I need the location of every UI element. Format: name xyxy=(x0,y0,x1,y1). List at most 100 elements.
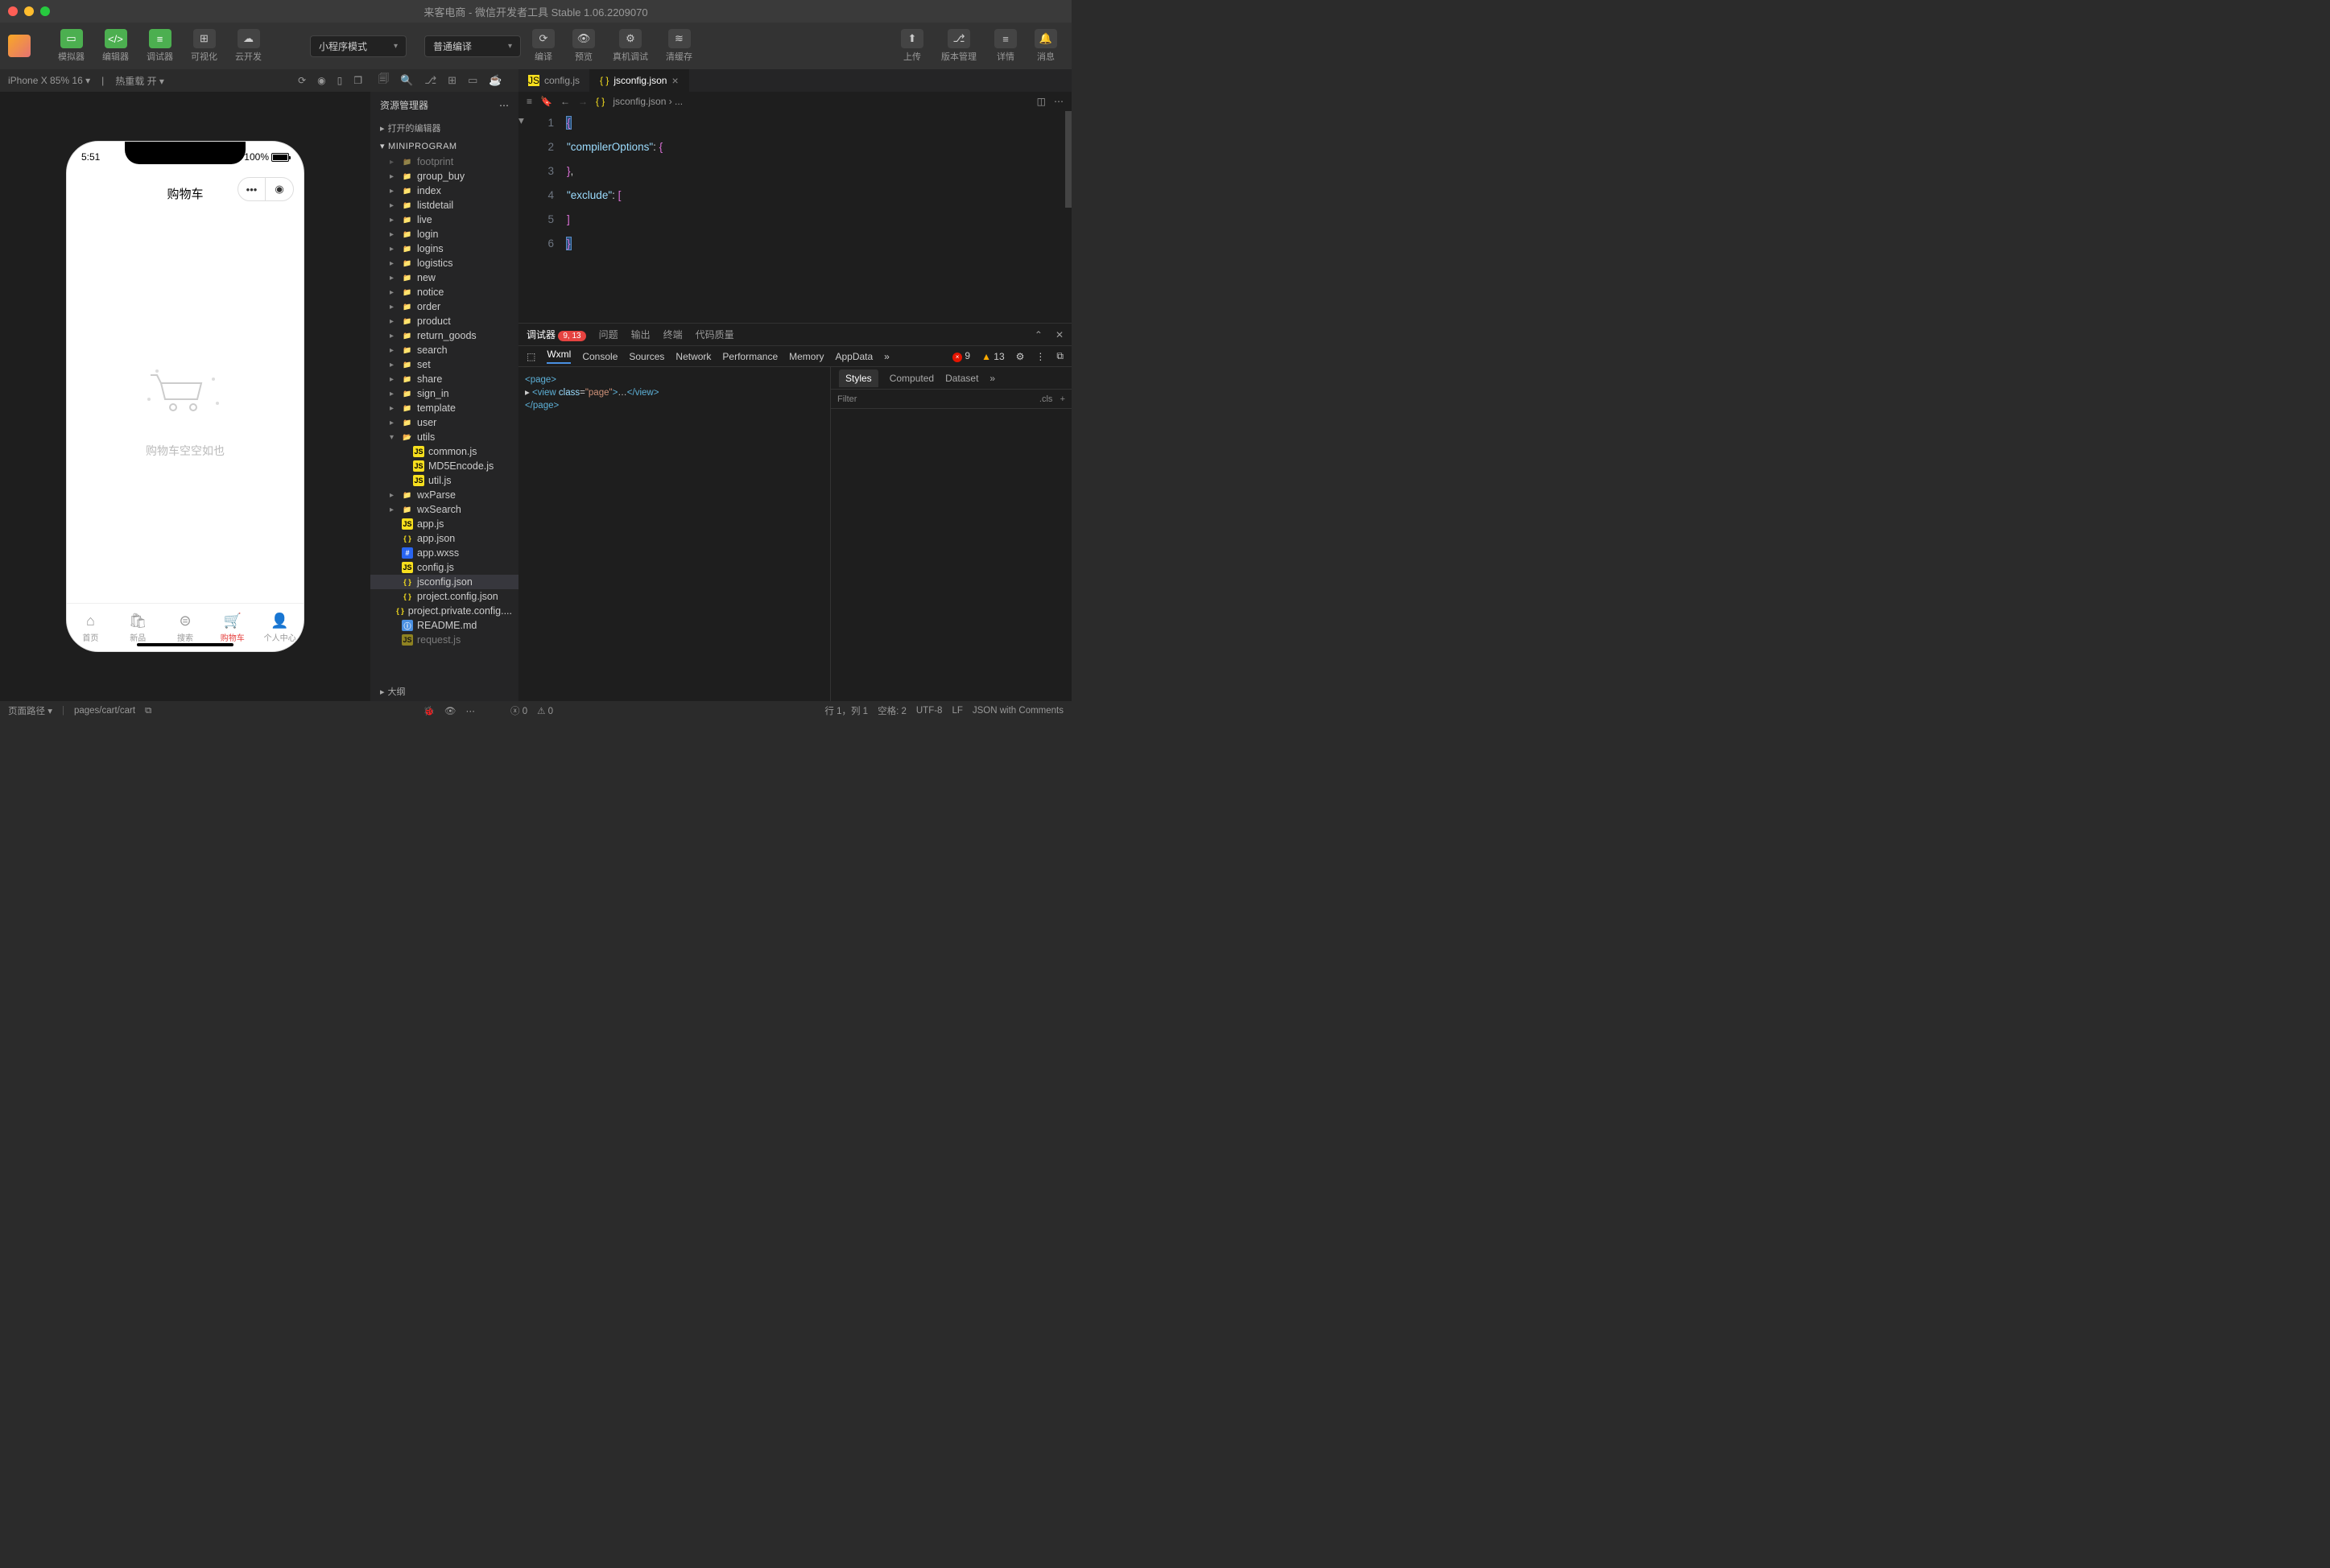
clear-cache-button[interactable]: ≋清缓存 xyxy=(659,26,699,66)
mode-dropdown[interactable]: 小程序模式▾ xyxy=(310,35,407,57)
styles-more-icon[interactable]: » xyxy=(989,373,995,384)
debugger-tab[interactable]: 调试器 9, 13 xyxy=(527,328,586,341)
remote-debug-button[interactable]: ⚙真机调试 xyxy=(606,26,655,66)
tree-item-user[interactable]: ▸📁user xyxy=(370,415,518,430)
tree-item-logins[interactable]: ▸📁logins xyxy=(370,241,518,256)
encoding[interactable]: UTF-8 xyxy=(916,706,943,716)
capsule-close-icon[interactable]: ◉ xyxy=(266,178,293,200)
gear-icon[interactable]: ⚙ xyxy=(1016,351,1025,362)
phone-tab-首页[interactable]: ⌂首页 xyxy=(67,604,114,651)
tree-item-product[interactable]: ▸📁product xyxy=(370,314,518,328)
code-editor[interactable]: ▾ 123456 { "compilerOptions": { }, "excl… xyxy=(518,111,1072,323)
visual-button[interactable]: ⊞可视化 xyxy=(184,26,224,66)
minimap[interactable] xyxy=(1065,111,1072,208)
indent-setting[interactable]: 空格: 2 xyxy=(878,704,907,717)
sources-tool[interactable]: Sources xyxy=(629,351,664,362)
network-tool[interactable]: Network xyxy=(675,351,711,362)
tree-item-wxSearch[interactable]: ▸📁wxSearch xyxy=(370,502,518,517)
collapse-icon[interactable]: ⌃ xyxy=(1035,329,1043,340)
tree-item-request.js[interactable]: JSrequest.js xyxy=(370,633,518,647)
minimize-window-icon[interactable] xyxy=(24,6,34,16)
record-icon[interactable]: ◉ xyxy=(317,75,325,86)
tree-item-notice[interactable]: ▸📁notice xyxy=(370,285,518,299)
copy-icon[interactable]: ⧉ xyxy=(145,706,151,716)
capsule-menu-icon[interactable]: ••• xyxy=(238,178,266,200)
codequality-tab[interactable]: 代码质量 xyxy=(696,328,734,341)
open-editors-section[interactable]: ▸ 打开的编辑器 xyxy=(370,118,518,138)
close-icon[interactable]: ✕ xyxy=(1056,329,1064,340)
tree-item-group_buy[interactable]: ▸📁group_buy xyxy=(370,169,518,184)
tree-item-order[interactable]: ▸📁order xyxy=(370,299,518,314)
problems-tab[interactable]: 问题 xyxy=(599,328,618,341)
cursor-position[interactable]: 行 1，列 1 xyxy=(824,704,868,717)
tree-item-config.js[interactable]: JSconfig.js xyxy=(370,560,518,575)
close-window-icon[interactable] xyxy=(8,6,18,16)
device-selector[interactable]: iPhone X 85% 16 ▾ xyxy=(8,75,90,86)
refresh-icon[interactable]: ⟳ xyxy=(298,75,306,86)
dock-icon[interactable]: ⋮ xyxy=(1035,351,1045,362)
cloud-button[interactable]: ☁云开发 xyxy=(229,26,268,66)
styles-filter-input[interactable]: Filter xyxy=(837,394,857,404)
compile-dropdown[interactable]: 普通编译▾ xyxy=(424,35,521,57)
files-icon[interactable]: 🗐 xyxy=(378,72,389,89)
tree-item-login[interactable]: ▸📁login xyxy=(370,227,518,241)
language-mode[interactable]: JSON with Comments xyxy=(973,706,1064,716)
eol[interactable]: LF xyxy=(952,706,962,716)
message-button[interactable]: 🔔消息 xyxy=(1028,26,1064,66)
list-icon[interactable]: ≡ xyxy=(527,96,532,107)
more-tools-icon[interactable]: » xyxy=(884,351,890,362)
memory-tool[interactable]: Memory xyxy=(789,351,824,362)
page-path[interactable]: pages/cart/cart xyxy=(74,706,135,716)
tree-item-sign_in[interactable]: ▸📁sign_in xyxy=(370,386,518,401)
tree-item-share[interactable]: ▸📁share xyxy=(370,372,518,386)
dataset-tab[interactable]: Dataset xyxy=(945,373,978,384)
popout-icon[interactable]: ⧉ xyxy=(1056,350,1064,362)
tree-item-util.js[interactable]: JSutil.js xyxy=(370,473,518,488)
output-tab[interactable]: 输出 xyxy=(631,328,651,341)
phone-simulator[interactable]: 5:51 100% 购物车 ••• ◉ 购物车空空如也 ⌂首页🛍新品⊜搜索🛒购物… xyxy=(66,141,304,652)
tree-item-new[interactable]: ▸📁new xyxy=(370,270,518,285)
wxml-tool[interactable]: Wxml xyxy=(547,349,571,364)
tree-item-index[interactable]: ▸📁index xyxy=(370,184,518,198)
warning-count[interactable]: ⚠ 0 xyxy=(537,705,553,716)
tree-item-project.private.config....[interactable]: { }project.private.config.... xyxy=(370,604,518,618)
terminal-tab[interactable]: 终端 xyxy=(663,328,683,341)
phone-icon[interactable]: ▯ xyxy=(337,75,343,86)
editor-tab-config.js[interactable]: JSconfig.js xyxy=(518,69,590,92)
tree-item-MD5Encode.js[interactable]: JSMD5Encode.js xyxy=(370,459,518,473)
computed-tab[interactable]: Computed xyxy=(890,373,934,384)
hot-reload-toggle[interactable]: 热重载 开 ▾ xyxy=(115,74,164,88)
tree-item-jsconfig.json[interactable]: { }jsconfig.json xyxy=(370,575,518,589)
cup-icon[interactable]: ☕ xyxy=(489,74,502,87)
tree-item-set[interactable]: ▸📁set xyxy=(370,357,518,372)
error-count[interactable]: ⓧ 0 xyxy=(510,704,527,717)
editor-more-icon[interactable]: ⋯ xyxy=(1054,96,1064,107)
project-section[interactable]: ▾ MINIPROGRAM xyxy=(370,138,518,155)
tree-item-project.config.json[interactable]: { }project.config.json xyxy=(370,589,518,604)
forward-icon[interactable]: → xyxy=(578,96,588,107)
tree-item-live[interactable]: ▸📁live xyxy=(370,213,518,227)
tree-item-app.wxss[interactable]: #app.wxss xyxy=(370,546,518,560)
tree-item-listdetail[interactable]: ▸📁listdetail xyxy=(370,198,518,213)
git-icon[interactable]: ⎇ xyxy=(424,74,436,87)
preview-button[interactable]: 👁预览 xyxy=(566,26,601,66)
detail-button[interactable]: ≡详情 xyxy=(988,26,1023,66)
breadcrumb[interactable]: ≡ 🔖 ← → { } jsconfig.json › ... ◫ ⋯ xyxy=(518,92,1072,111)
maximize-window-icon[interactable] xyxy=(40,6,50,16)
simulator-button[interactable]: ▭模拟器 xyxy=(52,26,91,66)
appdata-tool[interactable]: AppData xyxy=(835,351,873,362)
version-button[interactable]: ⎇版本管理 xyxy=(935,26,983,66)
tree-item-app.json[interactable]: { }app.json xyxy=(370,531,518,546)
back-icon[interactable]: ← xyxy=(560,96,570,107)
tree-item-logistics[interactable]: ▸📁logistics xyxy=(370,256,518,270)
card-icon[interactable]: ▭ xyxy=(468,74,477,87)
split-icon[interactable]: ◫ xyxy=(1037,96,1046,107)
tree-item-wxParse[interactable]: ▸📁wxParse xyxy=(370,488,518,502)
tree-item-app.js[interactable]: JSapp.js xyxy=(370,517,518,531)
debugger-button[interactable]: ≡调试器 xyxy=(140,26,180,66)
bug-icon[interactable]: 🐞 xyxy=(423,705,435,716)
compile-button[interactable]: ⟳编译 xyxy=(526,26,561,66)
performance-tool[interactable]: Performance xyxy=(722,351,778,362)
bookmark-icon[interactable]: 🔖 xyxy=(540,96,552,107)
tree-item-utils[interactable]: ▾📂utils xyxy=(370,430,518,444)
